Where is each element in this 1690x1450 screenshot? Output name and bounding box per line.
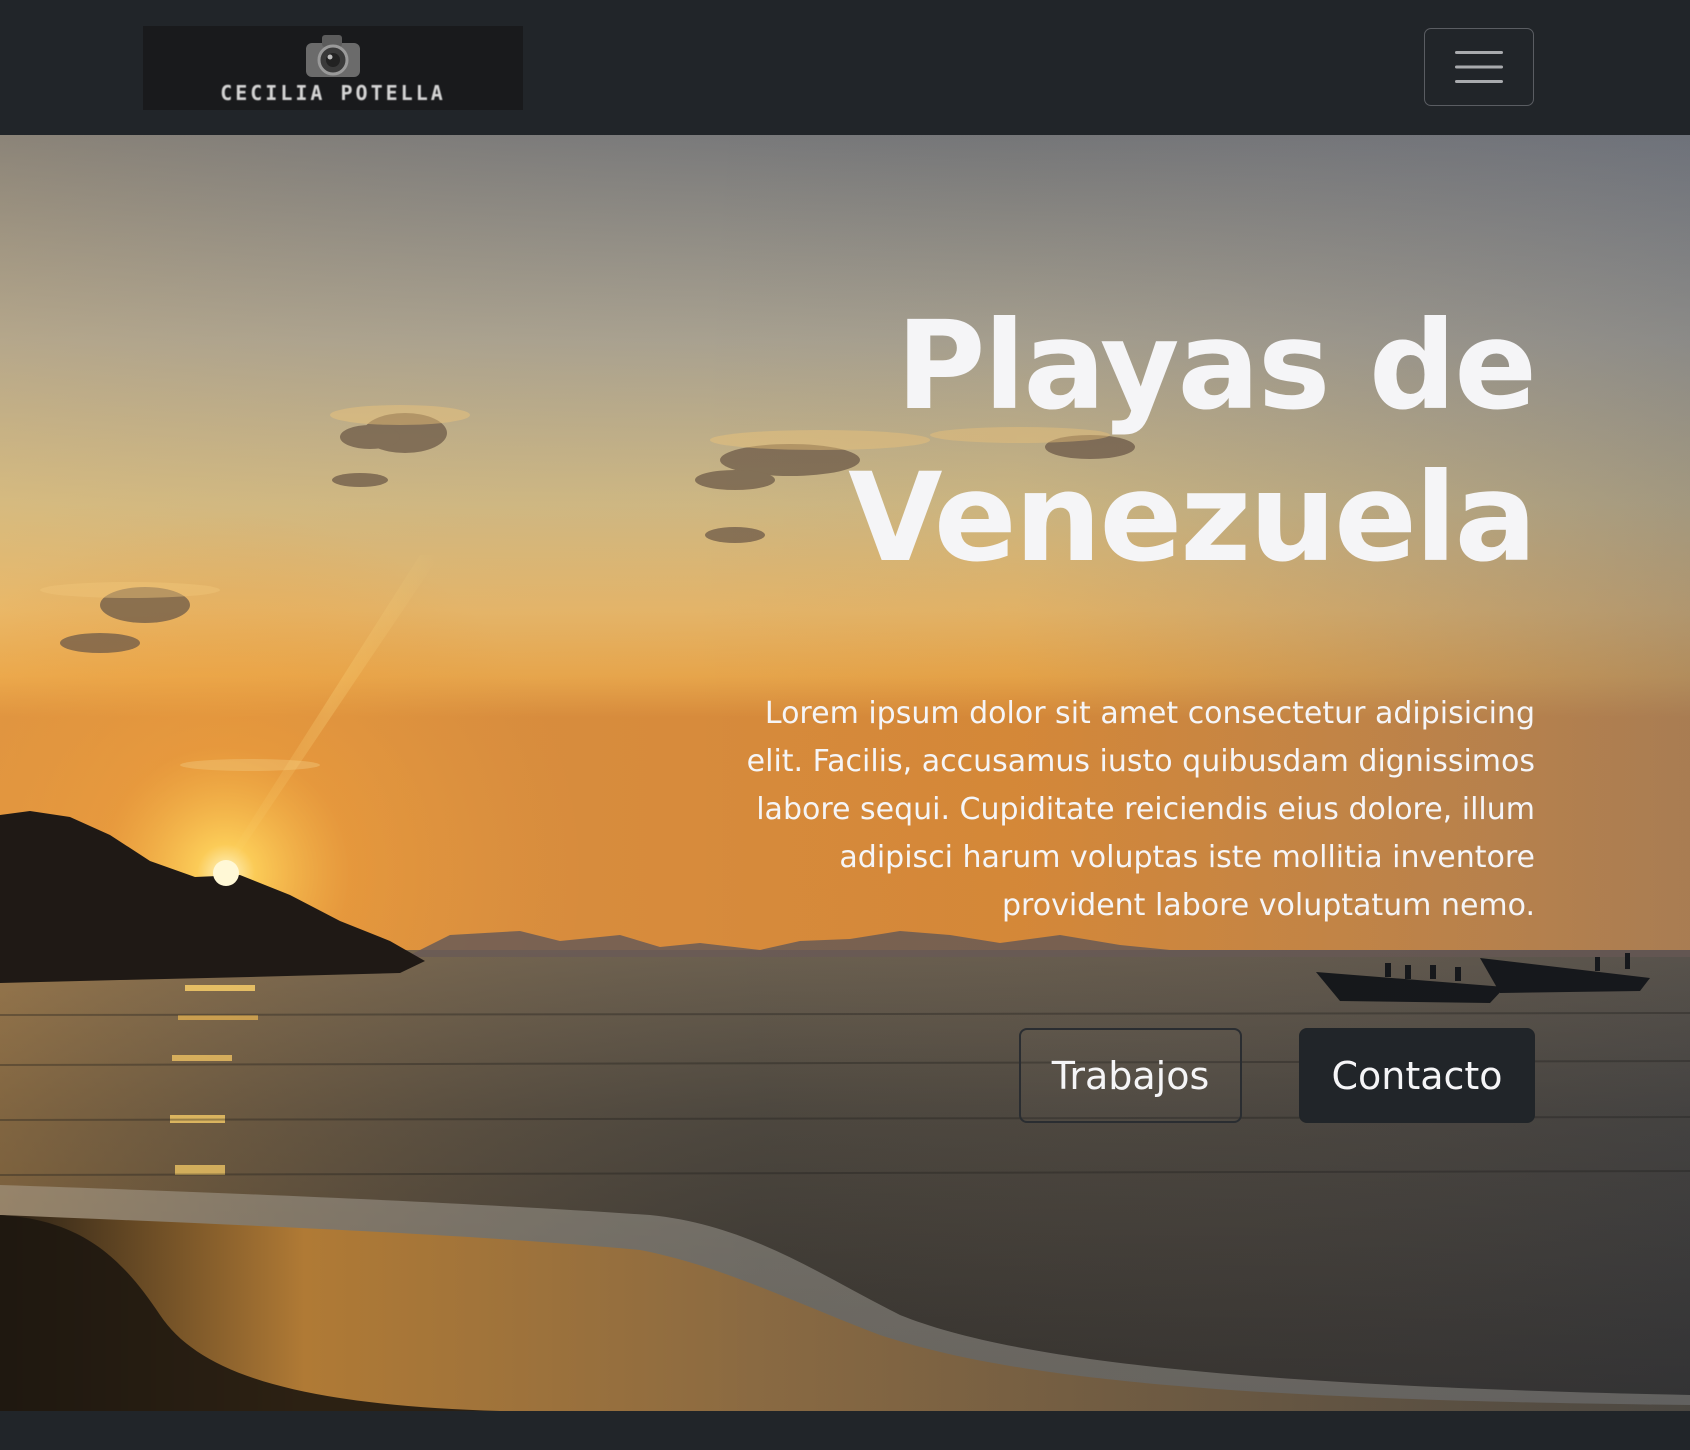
hero-title: Playas de Venezuela (635, 290, 1537, 594)
hero-section: Playas de Venezuela Lorem ipsum dolor si… (0, 135, 1690, 1411)
menu-toggle-button[interactable] (1424, 28, 1534, 106)
brand-logo[interactable]: CECILIA POTELLA (143, 26, 523, 110)
camera-icon (306, 35, 360, 77)
hero-description: Lorem ipsum dolor sit amet consectetur a… (746, 696, 1535, 923)
works-button[interactable]: Trabajos (1019, 1028, 1242, 1123)
hero-title-line2: Venezuela (848, 447, 1537, 589)
hero-title-line1: Playas de (896, 295, 1537, 437)
navbar: CECILIA POTELLA (0, 0, 1690, 135)
contact-button[interactable]: Contacto (1299, 1028, 1535, 1123)
hamburger-icon (1455, 51, 1503, 83)
logo-text: CECILIA POTELLA (220, 81, 446, 105)
